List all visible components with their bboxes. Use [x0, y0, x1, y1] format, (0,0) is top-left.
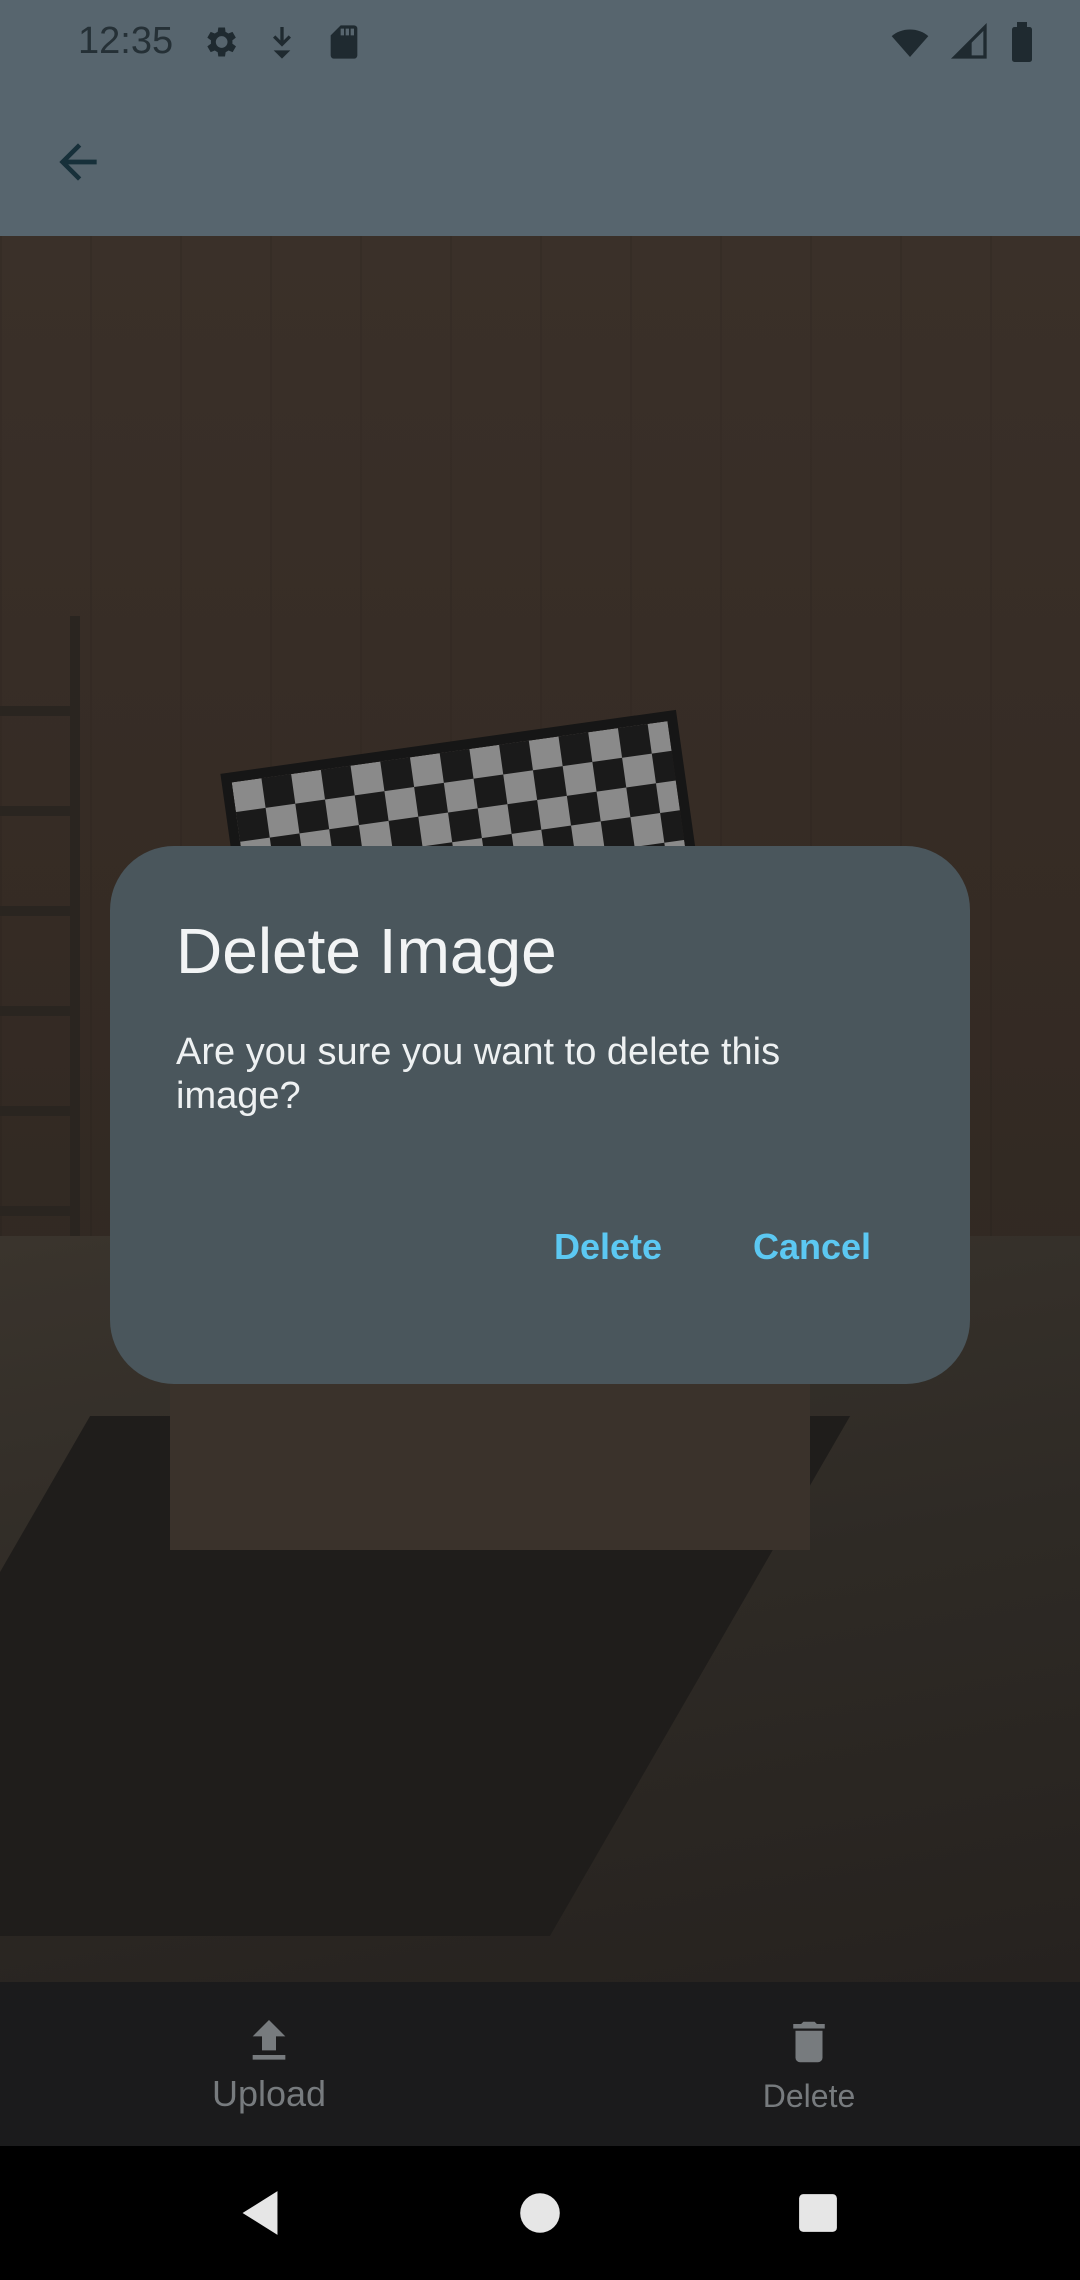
status-bar: 12:35 [0, 0, 1080, 88]
app-bar [0, 88, 1080, 236]
delete-dialog: Delete Image Are you sure you want to de… [110, 846, 970, 1384]
back-triangle-icon [242, 2191, 278, 2235]
battery-icon [1012, 22, 1032, 62]
system-back-button[interactable] [233, 2186, 287, 2240]
system-home-button[interactable] [513, 2186, 567, 2240]
upload-nav-item[interactable]: Upload [119, 1982, 419, 2146]
confirm-delete-button[interactable]: Delete [554, 1226, 662, 1268]
home-circle-icon [520, 2193, 560, 2233]
status-icons-left [200, 22, 364, 62]
sd-card-icon [330, 25, 358, 59]
wifi-icon [891, 29, 929, 57]
back-button[interactable] [40, 124, 116, 200]
delete-label: Delete [762, 2077, 856, 2114]
status-icons-right [888, 22, 1036, 62]
cancel-button[interactable]: Cancel [753, 1226, 871, 1268]
upload-icon [252, 2020, 286, 2060]
trash-icon [793, 2021, 825, 2062]
cell-signal-icon [950, 22, 987, 59]
delete-nav-item[interactable]: Delete [659, 1982, 959, 2146]
system-navigation-bar [0, 2146, 1080, 2280]
arrow-back-icon [59, 143, 97, 181]
settings-icon [207, 27, 236, 57]
bottom-navigation: Upload Delete [0, 1982, 1080, 2146]
status-time: 12:35 [78, 20, 174, 62]
download-icon [273, 27, 291, 59]
recents-square-icon [799, 2194, 837, 2232]
dialog-title: Delete Image [176, 915, 557, 987]
system-recents-button[interactable] [791, 2186, 845, 2240]
upload-label: Upload [211, 2073, 327, 2114]
dialog-message: Are you sure you want to delete this ima… [176, 1031, 781, 1117]
